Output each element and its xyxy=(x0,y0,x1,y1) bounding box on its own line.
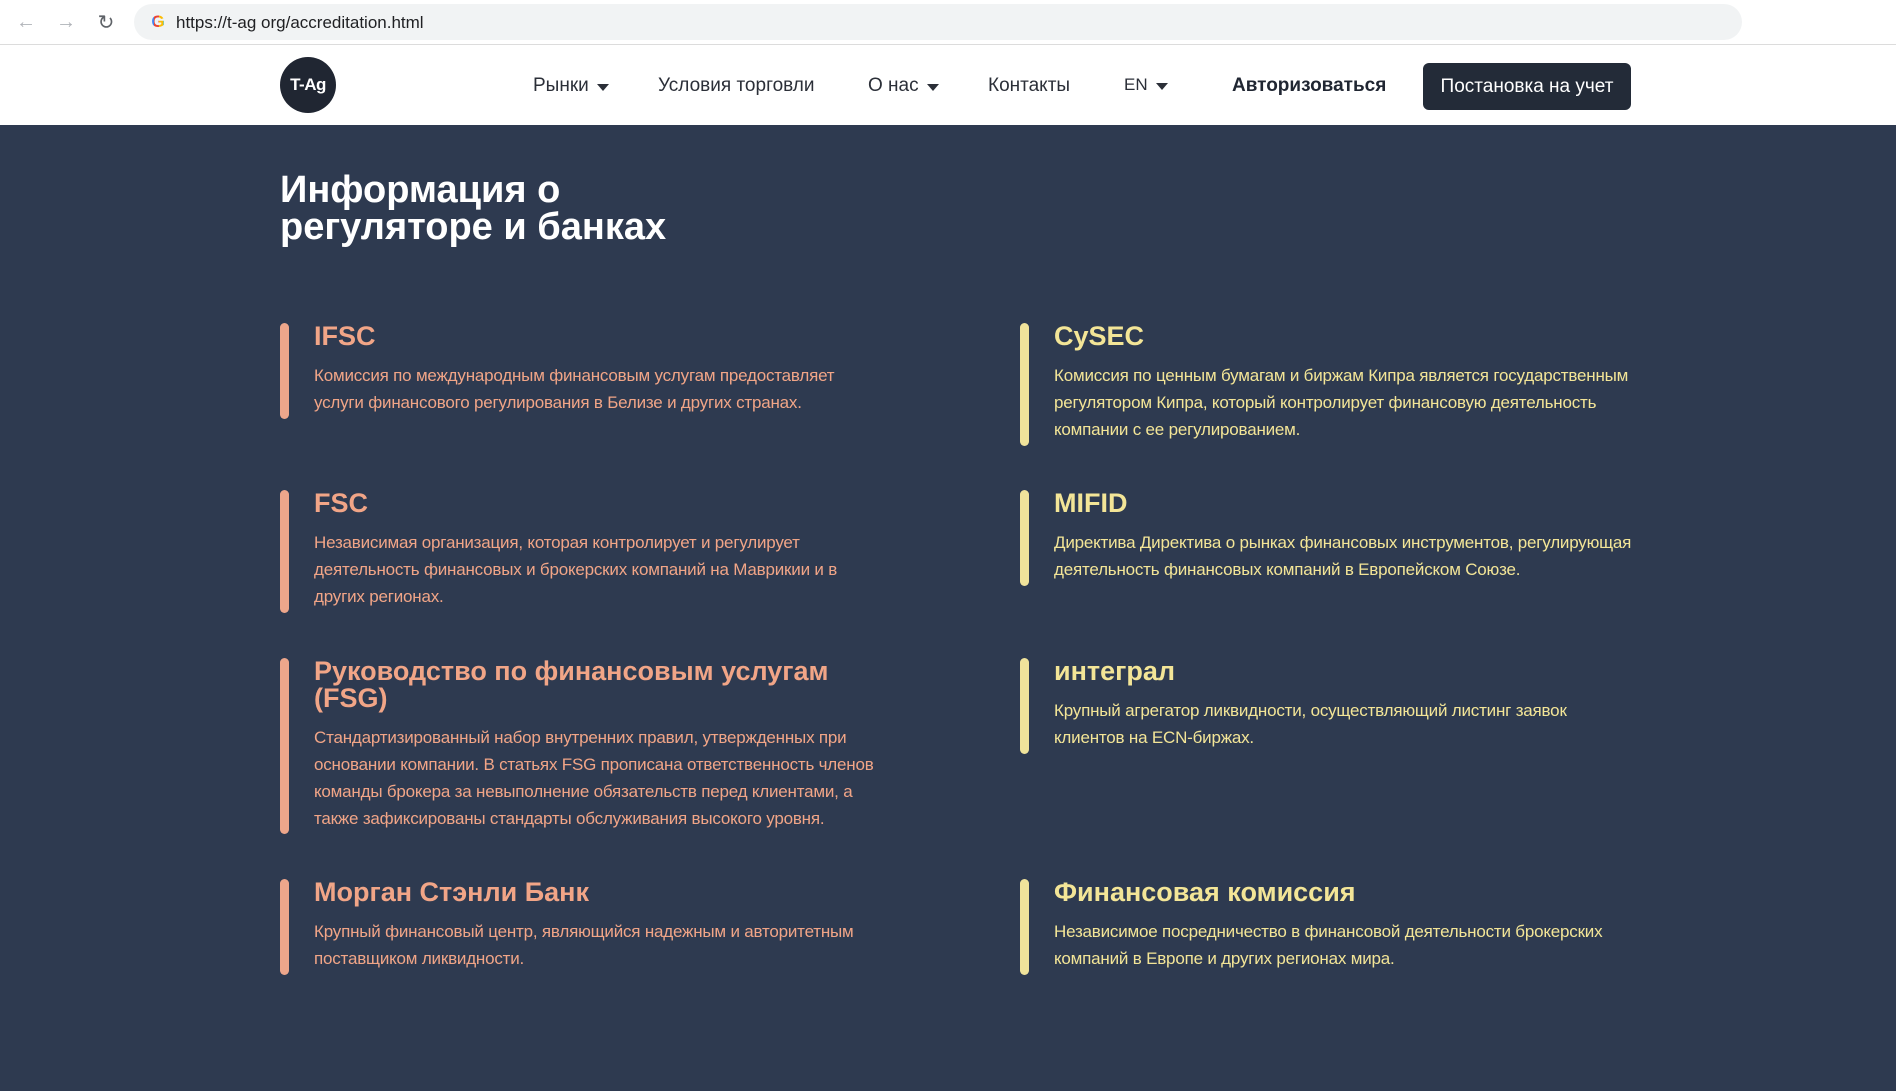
language-label: EN xyxy=(1124,75,1148,94)
card-description: Комиссия по ценным бумагам и биржам Кипр… xyxy=(1054,366,1629,439)
forward-arrow-icon[interactable]: → xyxy=(52,8,80,36)
accent-bar xyxy=(1020,658,1029,754)
regulator-card-financial-commission: Финансовая комиссия Независимое посредни… xyxy=(1020,877,1603,975)
register-button[interactable]: Постановка на учет xyxy=(1423,63,1631,110)
bank-card-morgan-stanley: Морган Стэнли Банк Крупный финансовый це… xyxy=(280,879,860,975)
card-title: IFSC xyxy=(314,321,376,351)
card-description: Независимое посредничество в финансовой … xyxy=(1054,922,1603,968)
card-title: Руководство по финансовым услугам (FSG) xyxy=(314,656,829,713)
google-icon: G xyxy=(148,12,168,32)
accent-bar xyxy=(1020,490,1029,586)
card-description: Стандартизированный набор внутренних пра… xyxy=(314,728,874,828)
reload-icon[interactable]: ↻ xyxy=(92,8,120,36)
login-link[interactable]: Авторизоваться xyxy=(1232,75,1386,97)
regulator-card-integral: интеграл Крупный агрегатор ликвидности, … xyxy=(1020,658,1600,754)
regulator-card-fsc: FSC Независимая организация, которая кон… xyxy=(280,490,860,613)
card-title: CySEC xyxy=(1054,321,1145,351)
address-bar[interactable]: G https://t-ag org/accreditation.html xyxy=(134,4,1742,40)
menu-item-trading-conditions[interactable]: Условия торговли xyxy=(658,75,815,97)
menu-item-label: О нас xyxy=(868,75,919,96)
regulator-card-mifid: MIFID Директива Директива о рынках финан… xyxy=(1020,488,1631,586)
card-title: Морган Стэнли Банк xyxy=(314,877,589,907)
menu-item-contacts[interactable]: Контакты xyxy=(988,75,1070,97)
menu-item-label: Условия торговли xyxy=(658,75,815,96)
back-arrow-icon[interactable]: ← xyxy=(12,8,40,36)
card-title: MIFID xyxy=(1054,488,1128,518)
accent-bar xyxy=(1020,323,1029,446)
regulator-card-fsg: Руководство по финансовым услугам (FSG) … xyxy=(280,658,874,834)
card-description: Комиссия по международным финансовым усл… xyxy=(314,366,835,412)
card-description: Крупный агрегатор ликвидности, осуществл… xyxy=(1054,701,1567,747)
menu-item-label: Рынки xyxy=(533,75,589,96)
url-text[interactable]: https://t-ag org/accreditation.html xyxy=(176,13,424,33)
browser-toolbar: ← → ↻ G https://t-ag org/accreditation.h… xyxy=(0,0,1896,45)
accent-bar xyxy=(280,879,289,975)
caret-down-icon xyxy=(926,83,939,91)
accent-bar xyxy=(1020,879,1029,975)
accent-bar xyxy=(280,658,289,834)
logo[interactable]: T-Ag xyxy=(280,57,336,113)
language-selector[interactable]: EN xyxy=(1124,75,1168,95)
page-title-line: Информация о xyxy=(280,169,561,211)
page-title-line: регуляторе и банках xyxy=(280,206,667,248)
regulator-card-ifsc: IFSC Комиссия по международным финансовы… xyxy=(280,323,860,419)
menu-item-label: Контакты xyxy=(988,75,1071,96)
card-description: Независимая организация, которая контрол… xyxy=(314,533,838,606)
menu-item-about[interactable]: О нас xyxy=(868,75,939,97)
accent-bar xyxy=(280,490,289,613)
card-title: интеграл xyxy=(1054,656,1176,686)
accent-bar xyxy=(280,323,289,419)
regulator-card-cysec: CySEC Комиссия по ценным бумагам и биржа… xyxy=(1020,321,1628,446)
site-header: T-Ag Рынки Условия торговли О нас Контак… xyxy=(0,45,1896,125)
card-description: Директива Директива о рынках финансовых … xyxy=(1054,533,1632,579)
caret-down-icon xyxy=(1155,82,1168,90)
card-title: Финансовая комиссия xyxy=(1054,877,1356,907)
page-title: Информация о регуляторе и банках xyxy=(280,169,667,248)
caret-down-icon xyxy=(596,83,609,91)
card-title: FSC xyxy=(314,488,368,518)
card-description: Крупный финансовый центр, являющийся над… xyxy=(314,922,854,968)
menu-item-markets[interactable]: Рынки xyxy=(533,75,609,97)
